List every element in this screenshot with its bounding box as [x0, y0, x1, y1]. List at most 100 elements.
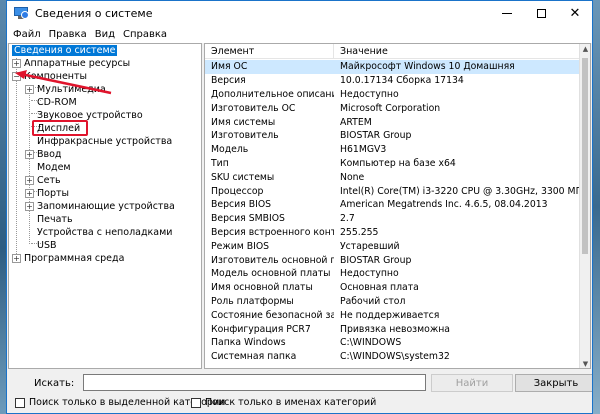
- cell-item: Состояние безопасной загруз...: [211, 309, 334, 321]
- tree-root[interactable]: Сведения о системе: [12, 45, 118, 56]
- search-input[interactable]: [83, 374, 426, 391]
- cell-value: None: [340, 171, 365, 183]
- table-row[interactable]: Режим BIOS Устаревший: [205, 239, 580, 253]
- table-row[interactable]: Конфигурация PCR7 Привязка невозможна: [205, 322, 580, 336]
- table-row[interactable]: Роль платформы Рабочий стол: [205, 295, 580, 309]
- table-row[interactable]: Изготовитель основной платы BIOSTAR Group: [205, 253, 580, 267]
- expand-icon[interactable]: +: [25, 176, 34, 185]
- table-row[interactable]: Изготовитель ОС Microsoft Corporation: [205, 101, 580, 115]
- cell-value: BIOSTAR Group: [340, 254, 412, 266]
- cell-item: Изготовитель: [211, 130, 279, 142]
- table-row[interactable]: Дополнительное описание ОС Недоступно: [205, 88, 580, 102]
- tree-item-modem[interactable]: Модем: [37, 162, 71, 173]
- option-category-names[interactable]: Поиск только в именах категорий: [191, 397, 376, 408]
- cell-item: Версия SMBIOS: [211, 213, 285, 225]
- cell-value: Майкрософт Windows 10 Домашняя: [340, 61, 515, 73]
- checkbox-category-names[interactable]: [191, 397, 201, 408]
- close-icon[interactable]: ✕: [558, 1, 592, 25]
- option-category-names-label: Поиск только в именах категорий: [205, 397, 377, 408]
- table-row[interactable]: Состояние безопасной загруз... Не поддерж…: [205, 308, 580, 322]
- menu-file[interactable]: Файл: [9, 29, 45, 40]
- cell-value: Недоступно: [340, 268, 399, 280]
- tree-software[interactable]: Программная среда: [24, 253, 124, 264]
- cell-item: Изготовитель ОС: [211, 102, 296, 114]
- table-row[interactable]: Версия встроенного контролл... 255.255: [205, 226, 580, 240]
- table-row[interactable]: SKU системы None: [205, 170, 580, 184]
- cell-item: Модель основной платы: [211, 268, 331, 280]
- tree-item-input[interactable]: Ввод: [37, 149, 62, 160]
- title-bar[interactable]: Сведения о системе ✕: [7, 1, 592, 25]
- table-row[interactable]: Изготовитель BIOSTAR Group: [205, 129, 580, 143]
- table-row[interactable]: Папка Windows C:\WINDOWS: [205, 336, 580, 350]
- expand-icon[interactable]: +: [25, 150, 34, 159]
- table-row[interactable]: Модель основной платы Недоступно: [205, 267, 580, 281]
- table-row[interactable]: Имя основной платы Основная плата: [205, 281, 580, 295]
- tree-item-printing[interactable]: Печать: [37, 214, 73, 225]
- vertical-scrollbar[interactable]: ▲ ▼: [579, 44, 590, 368]
- expand-icon[interactable]: +: [25, 189, 34, 198]
- scroll-up-icon[interactable]: ▲: [580, 44, 590, 55]
- cell-item: Режим BIOS: [211, 240, 270, 252]
- column-header-item[interactable]: Элемент: [205, 44, 334, 58]
- cell-item: Версия: [211, 75, 246, 87]
- table-row[interactable]: Модель H61MGV3: [205, 143, 580, 157]
- search-panel: Искать: Найти Закрыть Поиск только в выд…: [7, 371, 592, 413]
- content-area: Сведения о системе + Аппаратные ресурсы …: [8, 43, 592, 369]
- cell-value: Компьютер на базе x64: [340, 157, 456, 169]
- menu-edit[interactable]: Правка: [45, 29, 91, 40]
- menu-view[interactable]: Вид: [91, 29, 119, 40]
- table-row[interactable]: Имя системы ARTEM: [205, 115, 580, 129]
- table-row[interactable]: Имя ОС Майкрософт Windows 10 Домашняя: [205, 60, 580, 74]
- table-row[interactable]: Версия SMBIOS 2.7: [205, 212, 580, 226]
- tree-item-storage[interactable]: Запоминающие устройства: [37, 201, 175, 212]
- cell-value: 255.255: [340, 226, 379, 238]
- tree-item-infrared[interactable]: Инфракрасные устройства: [37, 136, 172, 147]
- minimize-icon[interactable]: [490, 1, 524, 25]
- system-info-window: Сведения о системе ✕ Файл Правка Вид Спр…: [6, 0, 593, 414]
- cell-value: Основная плата: [340, 282, 419, 294]
- app-icon: [13, 5, 29, 21]
- maximize-icon[interactable]: [524, 1, 558, 25]
- close-button[interactable]: Закрыть: [515, 374, 592, 392]
- expand-icon[interactable]: +: [12, 59, 21, 68]
- scroll-thumb[interactable]: [582, 58, 588, 254]
- table-row[interactable]: Версия 10.0.17134 Сборка 17134: [205, 74, 580, 88]
- cell-value: Привязка невозможна: [340, 323, 450, 335]
- table-row[interactable]: Системная папка C:\WINDOWS\system32: [205, 350, 580, 364]
- cell-value: Intel(R) Core(TM) i3-3220 CPU @ 3.30GHz,…: [340, 185, 580, 197]
- table-row[interactable]: Процессор Intel(R) Core(TM) i3-3220 CPU @…: [205, 184, 580, 198]
- expand-icon[interactable]: +: [12, 254, 21, 263]
- category-tree: Сведения о системе + Аппаратные ресурсы …: [8, 43, 202, 369]
- cell-value: Не поддерживается: [340, 309, 440, 321]
- table-row[interactable]: Версия BIOS American Megatrends Inc. 4.6.…: [205, 198, 580, 212]
- cell-value: BIOSTAR Group: [340, 130, 412, 142]
- tree-item-ports[interactable]: Порты: [37, 188, 69, 199]
- details-table: Элемент Значение Имя ОС Майкрософт Window…: [204, 43, 591, 369]
- tree-item-usb[interactable]: USB: [37, 240, 57, 251]
- table-row[interactable]: Тип Компьютер на базе x64: [205, 157, 580, 171]
- cell-value: Устаревший: [340, 240, 400, 252]
- cell-item: Роль платформы: [211, 295, 294, 307]
- cell-value: 10.0.17134 Сборка 17134: [340, 75, 464, 87]
- cell-item: Имя ОС: [211, 61, 248, 73]
- cell-item: Имя основной платы: [211, 282, 313, 294]
- cell-value: 2.7: [340, 213, 355, 225]
- table-header: Элемент Значение: [205, 44, 580, 59]
- cell-value: Рабочий стол: [340, 295, 406, 307]
- menu-help[interactable]: Справка: [119, 29, 171, 40]
- cell-value: Microsoft Corporation: [340, 102, 441, 114]
- cell-item: Конфигурация PCR7: [211, 323, 311, 335]
- tree-item-problem-devices[interactable]: Устройства с неполадками: [37, 227, 172, 238]
- find-button[interactable]: Найти: [431, 374, 513, 392]
- tree-item-network[interactable]: Сеть: [37, 175, 61, 186]
- scroll-down-icon[interactable]: ▼: [580, 359, 590, 368]
- menu-bar: Файл Правка Вид Справка: [7, 25, 592, 43]
- checkbox-selected-category[interactable]: [15, 397, 25, 408]
- desktop-edge-right: [592, 0, 600, 414]
- column-header-value[interactable]: Значение: [334, 44, 580, 58]
- search-label: Искать:: [34, 378, 75, 389]
- cell-item: Системная папка: [211, 351, 297, 363]
- cell-value: American Megatrends Inc. 4.6.5, 08.04.20…: [340, 199, 548, 211]
- cell-item: Тип: [211, 157, 229, 169]
- expand-icon[interactable]: +: [25, 202, 34, 211]
